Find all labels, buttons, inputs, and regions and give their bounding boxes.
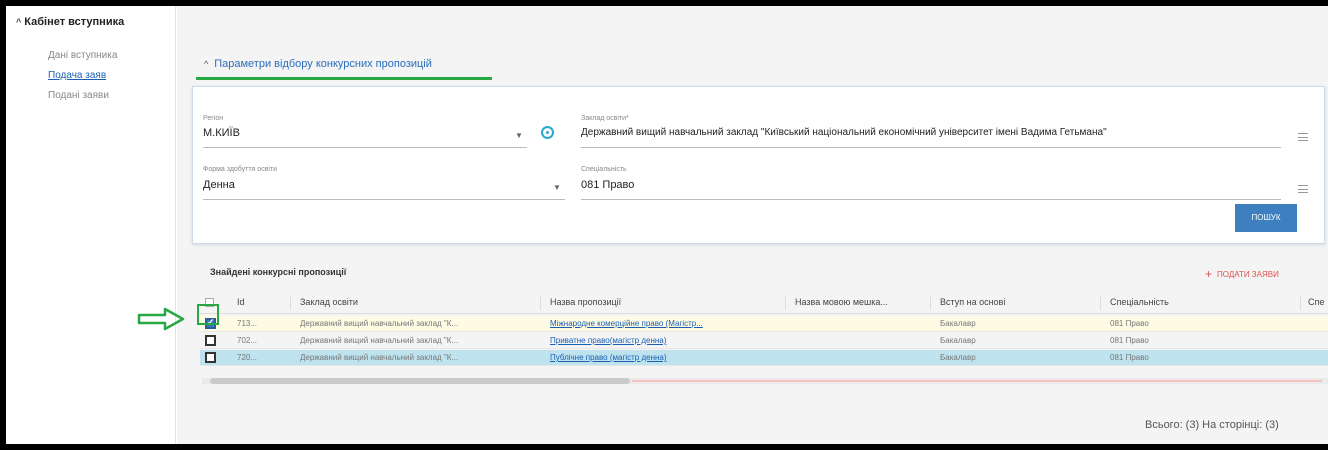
- sidebar-title: Кабінет вступника: [24, 16, 125, 28]
- table-row[interactable]: 713... Державний вищий навчальний заклад…: [200, 316, 1328, 332]
- filter-section-title: Параметри відбору конкурсних пропозицій: [214, 58, 432, 70]
- cell-offer-link[interactable]: Приватне право(магістр денна): [550, 336, 780, 345]
- chevron-up-icon: ^: [204, 59, 209, 69]
- column-separator: [540, 296, 541, 310]
- scrollbar-track: [632, 380, 1322, 382]
- column-header-institution[interactable]: Заклад освіти: [300, 297, 358, 307]
- column-separator: [1100, 296, 1101, 310]
- table-header: Id Заклад освіти Назва пропозиції Назва …: [200, 292, 1328, 314]
- annotation-underline: [196, 77, 492, 80]
- search-button[interactable]: ПОШУК: [1235, 204, 1297, 232]
- specialty-label: Спеціальність: [581, 166, 627, 173]
- cell-institution: Державний вищий навчальний заклад "К...: [300, 336, 459, 345]
- column-header-id[interactable]: Id: [237, 297, 245, 307]
- sidebar-header[interactable]: ^ Кабінет вступника: [16, 16, 124, 28]
- column-header-specialty-extra[interactable]: Спе: [1308, 297, 1324, 307]
- cell-specialty: 081 Право: [1110, 319, 1149, 328]
- cell-id: 720...: [237, 353, 258, 362]
- column-separator: [1300, 296, 1301, 310]
- cell-specialty: 081 Право: [1110, 353, 1149, 362]
- cell-id: 702...: [237, 336, 258, 345]
- cell-institution: Державний вищий навчальний заклад "К...: [300, 353, 459, 362]
- checkbox-highlight-box: [197, 304, 219, 325]
- table-row[interactable]: 720... Державний вищий навчальний заклад…: [200, 350, 1328, 366]
- education-form-select[interactable]: Денна: [203, 179, 235, 191]
- institution-select[interactable]: Державний вищий навчальний заклад "Київс…: [581, 127, 1107, 138]
- cell-basis: Бакалавр: [940, 319, 976, 328]
- submit-applications-label: ПОДАТИ ЗАЯВИ: [1217, 270, 1279, 279]
- filter-section-toggle[interactable]: ^ Параметри відбору конкурсних пропозицій: [204, 58, 432, 70]
- row-checkbox[interactable]: [205, 335, 216, 346]
- offers-table: Id Заклад освіти Назва пропозиції Назва …: [200, 292, 1328, 376]
- column-separator: [785, 296, 786, 310]
- column-header-basis[interactable]: Вступ на основі: [940, 297, 1005, 307]
- chevron-up-icon: ^: [16, 17, 22, 27]
- cell-specialty: 081 Право: [1110, 336, 1149, 345]
- region-underline: [203, 147, 527, 148]
- column-separator: [930, 296, 931, 310]
- cell-institution: Державний вищий навчальний заклад "К...: [300, 319, 459, 328]
- results-title: Знайдені конкурсні пропозиції: [210, 267, 347, 277]
- column-header-offer[interactable]: Назва пропозиції: [550, 297, 621, 307]
- menu-icon[interactable]: [1298, 185, 1308, 193]
- region-select[interactable]: М.КИЇВ: [203, 127, 240, 139]
- specialty-underline: [581, 199, 1281, 200]
- cell-offer-link[interactable]: Міжнародне комерційне право (Магістр...: [550, 319, 780, 328]
- sidebar-item-submit-applications[interactable]: Подача заяв: [48, 70, 106, 81]
- sidebar-item-applicant-data[interactable]: Дані вступника: [48, 50, 117, 61]
- submit-applications-button[interactable]: + ПОДАТИ ЗАЯВИ: [1205, 267, 1279, 281]
- cell-basis: Бакалавр: [940, 353, 976, 362]
- screenshot-frame-bottom: [0, 444, 1328, 450]
- education-form-label: Форма здобуття освіти: [203, 166, 278, 173]
- row-checkbox[interactable]: [205, 352, 216, 363]
- sidebar: ^ Кабінет вступника Дані вступника Подача…: [6, 6, 176, 444]
- region-label: Регіон: [203, 115, 224, 122]
- column-separator: [290, 296, 291, 310]
- education-form-underline: [203, 199, 565, 200]
- sidebar-item-submitted-applications[interactable]: Подані заяви: [48, 90, 109, 101]
- column-header-specialty[interactable]: Спеціальність: [1110, 297, 1169, 307]
- main-content: ^ Параметри відбору конкурсних пропозицій…: [177, 6, 1328, 444]
- plus-icon: +: [1205, 267, 1213, 281]
- filter-panel: Регіон М.КИЇВ ▼ Заклад освіти* Державний…: [192, 86, 1325, 244]
- specialty-select[interactable]: 081 Право: [581, 179, 634, 191]
- table-row[interactable]: 702... Державний вищий навчальний заклад…: [200, 333, 1328, 349]
- arrow-right-icon: [137, 307, 185, 331]
- menu-icon[interactable]: [1298, 133, 1308, 141]
- institution-underline: [581, 147, 1281, 148]
- caret-down-icon[interactable]: ▼: [515, 131, 523, 140]
- cell-id: 713...: [237, 319, 258, 328]
- cell-offer-link[interactable]: Публічне право (магістр денна): [550, 353, 780, 362]
- pagination-total: Всього: (3) На сторінці: (3): [1145, 419, 1279, 431]
- globe-icon[interactable]: [541, 126, 554, 139]
- cell-basis: Бакалавр: [940, 336, 976, 345]
- column-header-offer-lang[interactable]: Назва мовою мешка...: [795, 297, 888, 307]
- institution-label: Заклад освіти*: [581, 115, 629, 122]
- scrollbar-thumb[interactable]: [210, 378, 630, 384]
- horizontal-scrollbar[interactable]: [202, 378, 1328, 384]
- caret-down-icon[interactable]: ▼: [553, 183, 561, 192]
